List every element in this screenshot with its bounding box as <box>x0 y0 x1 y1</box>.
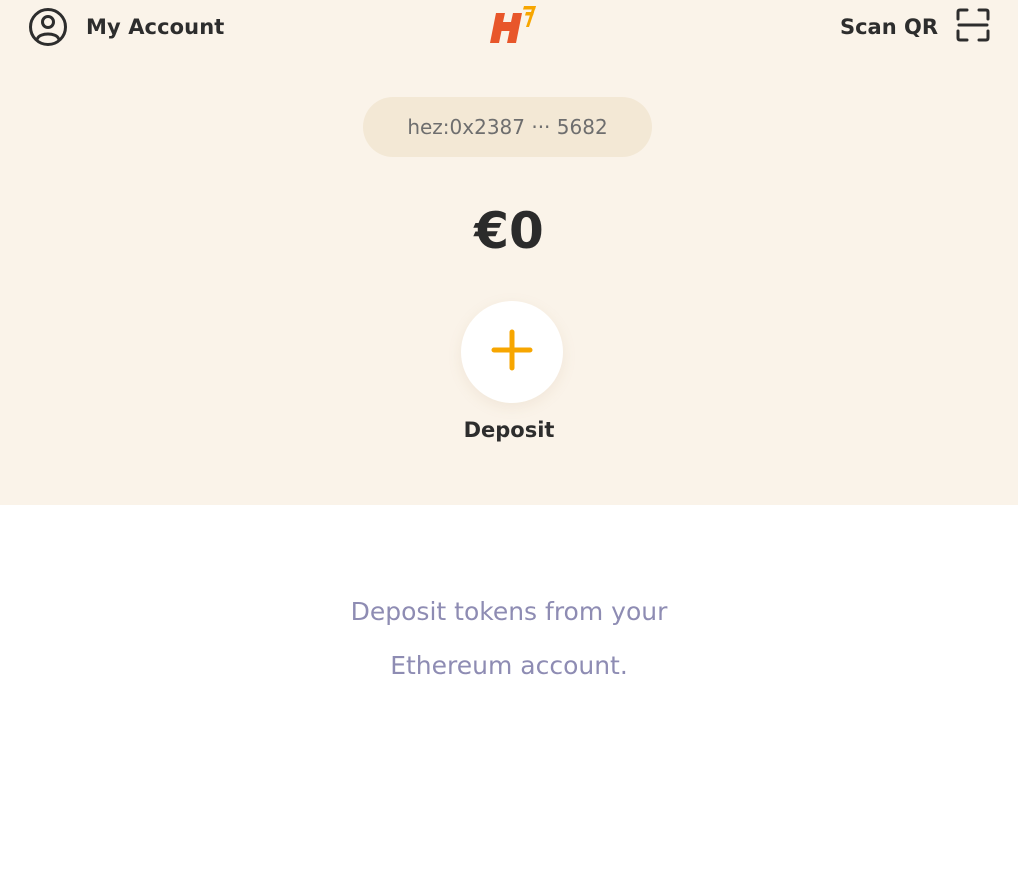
empty-state-line-2: Ethereum account. <box>390 651 628 680</box>
deposit-button[interactable] <box>461 301 563 403</box>
hermez-logo <box>488 3 540 45</box>
scan-qr-button[interactable]: Scan QR <box>840 8 990 46</box>
empty-state-message: Deposit tokens from your Ethereum accoun… <box>0 585 1018 693</box>
scan-qr-icon <box>956 8 990 46</box>
header: My Account Scan QR <box>0 0 1018 56</box>
empty-state-line-1: Deposit tokens from your <box>350 597 668 626</box>
deposit-label: Deposit <box>463 418 555 442</box>
scan-qr-label: Scan QR <box>839 15 938 39</box>
wallet-address-pill[interactable]: hez:0x2387 ··· 5682 <box>363 97 652 157</box>
user-circle-icon <box>28 7 68 47</box>
my-account-label: My Account <box>86 15 225 39</box>
wallet-panel: My Account Scan QR hez:0x2387 ··· 5682 €… <box>0 0 1018 505</box>
plus-icon <box>491 329 533 375</box>
my-account-button[interactable]: My Account <box>28 8 224 46</box>
balance-amount: €0 <box>474 202 544 260</box>
